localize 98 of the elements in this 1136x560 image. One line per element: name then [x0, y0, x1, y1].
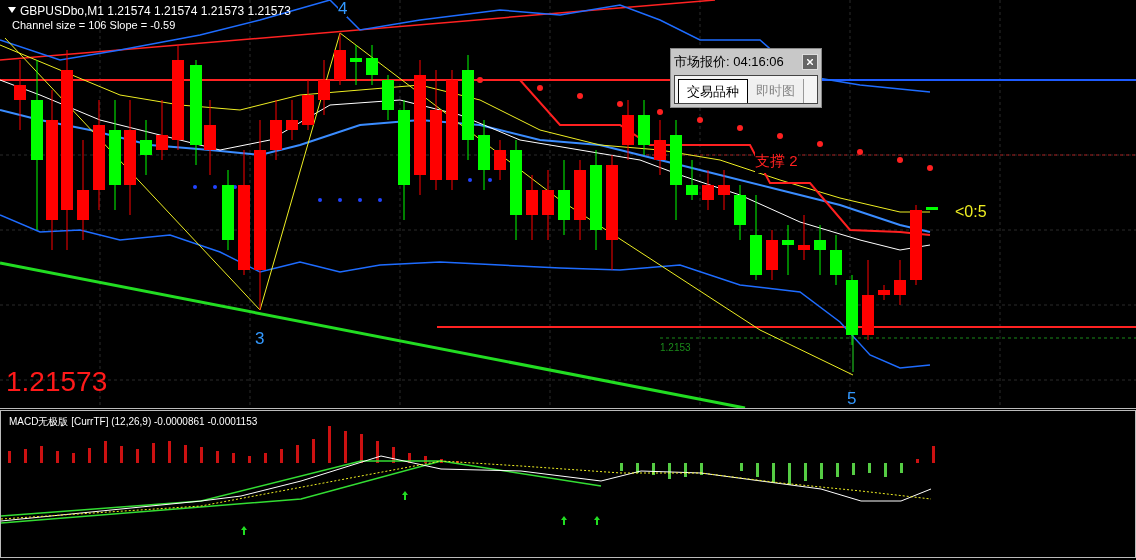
histogram-bar	[184, 445, 187, 463]
wave-label: 4	[338, 0, 348, 17]
candlestick	[718, 169, 730, 211]
candlestick	[270, 99, 282, 161]
candlestick	[478, 119, 490, 191]
wave-label: 3	[255, 330, 265, 347]
candlestick	[334, 32, 346, 86]
candlestick	[542, 169, 554, 241]
histogram-bar	[232, 453, 235, 463]
tab[interactable]: 交易品种	[678, 78, 748, 103]
histogram-bar	[40, 446, 43, 463]
candlestick	[382, 74, 394, 121]
candlestick	[14, 59, 26, 131]
wick-line	[852, 334, 854, 373]
histogram-bar	[804, 463, 807, 481]
popup-title: 市场报价: 04:16:06	[674, 53, 784, 71]
support-label: 支撑 2	[755, 150, 798, 173]
histogram-bar	[344, 431, 347, 463]
histogram-bar	[296, 445, 299, 463]
histogram-bar	[360, 434, 363, 463]
histogram-bar	[120, 446, 123, 463]
wave-label: 5	[847, 390, 857, 407]
histogram-bar	[56, 451, 59, 463]
histogram-bar	[136, 449, 139, 463]
histogram-bar	[852, 463, 855, 475]
histogram-bar	[72, 453, 75, 463]
histogram-bar	[8, 451, 11, 463]
histogram-bar	[88, 448, 91, 463]
candlestick	[798, 214, 810, 261]
histogram-bar	[200, 447, 203, 463]
histogram-bar	[424, 456, 427, 463]
price-line-label: 1.2153	[660, 341, 691, 355]
close-button[interactable]	[802, 53, 818, 70]
histogram-bar	[884, 463, 887, 477]
candlestick	[654, 119, 666, 176]
histogram-bar	[868, 463, 871, 473]
histogram-bar	[216, 451, 219, 463]
histogram-bar	[104, 441, 107, 463]
histogram-bar	[636, 463, 639, 473]
histogram-bar	[788, 463, 791, 485]
current-price: 1.21573	[6, 368, 108, 396]
histogram-bar	[376, 441, 379, 463]
histogram-bar	[620, 463, 623, 471]
histogram-bar	[152, 443, 155, 463]
candlestick	[638, 99, 650, 156]
histogram-bar	[756, 463, 759, 477]
candlestick	[366, 44, 378, 86]
candlestick	[156, 99, 168, 161]
histogram-bar	[932, 446, 935, 463]
candlestick	[846, 274, 858, 346]
candlestick	[140, 119, 152, 176]
up-arrow-icon	[594, 516, 600, 525]
histogram-bar	[740, 463, 743, 471]
candlestick	[894, 259, 906, 306]
candlestick	[830, 234, 842, 286]
histogram-bar	[668, 463, 671, 479]
histogram-bar	[248, 456, 251, 463]
candlestick	[622, 99, 634, 161]
histogram-bar	[772, 463, 775, 483]
histogram-bar	[916, 459, 919, 463]
histogram-bar	[392, 447, 395, 463]
candlestick	[734, 184, 746, 241]
candlestick	[926, 206, 938, 211]
up-arrow-icon	[561, 516, 567, 525]
histogram-bar	[440, 459, 443, 463]
close-icon	[807, 58, 813, 65]
indicator-info: Channel size = 106 Slope = -0.59	[12, 18, 176, 33]
candlestick	[350, 44, 362, 86]
histogram-bar	[900, 463, 903, 473]
up-arrow-icon	[241, 526, 247, 535]
histogram-bar	[652, 463, 655, 475]
candlestick	[878, 284, 890, 301]
histogram-bar	[820, 463, 823, 479]
macd-label: MACD无极版 [CurrTF] (12,26,9) -0.0000861 -0.0001153	[9, 415, 258, 429]
candlestick	[702, 169, 714, 211]
histogram-bar	[264, 453, 267, 463]
histogram-bar	[328, 426, 331, 463]
candlestick	[814, 224, 826, 276]
signal-label: <0:5	[955, 202, 987, 222]
candlestick	[318, 59, 330, 116]
candlestick	[686, 159, 698, 201]
candlestick	[526, 174, 538, 241]
histogram-bar	[684, 463, 687, 477]
histogram-bar	[168, 441, 171, 463]
histogram-bar	[836, 463, 839, 477]
candlestick	[302, 79, 314, 131]
candlestick	[766, 229, 778, 281]
up-arrow-icon	[402, 491, 408, 500]
histogram-bar	[24, 449, 27, 463]
candlestick	[494, 139, 506, 181]
histogram-bar	[312, 439, 315, 463]
symbol-header: GBPUSDbo,M1 1.21574 1.21574 1.21573 1.21573	[20, 3, 291, 20]
histogram-bar	[700, 463, 703, 475]
candlestick	[286, 99, 298, 141]
histogram-bar	[408, 453, 411, 463]
collapse-triangle-icon[interactable]	[8, 7, 16, 13]
histogram-bar	[280, 449, 283, 463]
candlestick	[782, 224, 794, 276]
